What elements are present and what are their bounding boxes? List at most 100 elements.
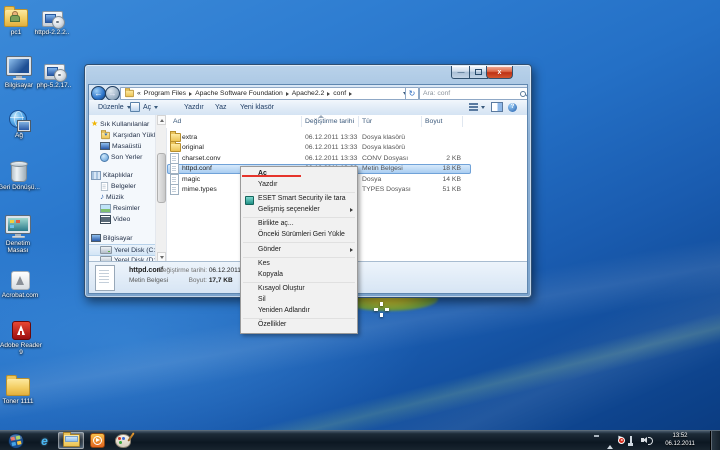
breadcrumb-arrow-icon[interactable] <box>189 92 192 96</box>
breadcrumb-segment[interactable]: Apache Software Foundation <box>195 90 283 97</box>
breadcrumb-arrow-icon[interactable] <box>327 92 330 96</box>
submenu-arrow-icon <box>350 248 353 252</box>
nav-item-pictures[interactable]: Resimler <box>89 203 155 213</box>
nav-item-documents[interactable]: Belgeler <box>89 181 155 191</box>
views-button[interactable] <box>469 100 485 114</box>
search-placeholder: Ara: conf <box>423 90 450 97</box>
desktop-icon-toner-folder[interactable]: Toner 1111 <box>0 372 41 405</box>
menu-item-delete[interactable]: Sil <box>241 295 357 306</box>
file-type: Metin Belgesi <box>362 164 403 175</box>
breadcrumb-segment[interactable]: conf <box>333 90 346 97</box>
taskbar-paint-button[interactable] <box>111 432 135 449</box>
nav-item-video[interactable]: Video <box>89 214 155 224</box>
show-desktop-button[interactable] <box>710 431 720 450</box>
menu-item-eset-scan[interactable]: ESET Smart Security ile tara <box>241 194 357 205</box>
media-player-icon <box>90 433 105 448</box>
file-type: Dosya klasörü <box>362 132 405 143</box>
menu-separator <box>243 318 355 319</box>
nav-item-desktop[interactable]: Masaüstü <box>89 141 155 151</box>
refresh-button[interactable]: ↻ <box>405 87 419 100</box>
desktop-icon-acrobat-com[interactable]: Acrobat.com <box>0 266 43 299</box>
nav-item-music[interactable]: ♪Müzik <box>89 192 155 202</box>
desktop-icon-label: php-5.2.17.. <box>31 82 77 89</box>
column-header-date[interactable]: Değiştirme tarihi <box>305 118 354 125</box>
file-row[interactable]: original 06.12.2011 13:33 Dosya klasörü <box>166 143 525 154</box>
recycle-bin-icon <box>11 163 27 182</box>
nav-item-downloads[interactable]: Karşıdan Yüklem <box>89 130 155 140</box>
column-header-size[interactable]: Boyut <box>425 118 442 125</box>
back-button[interactable]: ← <box>91 86 106 101</box>
chevron-down-icon <box>154 106 158 109</box>
nav-group-favorites[interactable]: ★Sık Kullanılanlar <box>89 119 155 129</box>
desktop-icon-php-installer[interactable]: php-5.2.17.. <box>31 56 77 89</box>
menu-item-copy[interactable]: Kopyala <box>241 270 357 281</box>
breadcrumb-segment[interactable]: Apache2.2 <box>292 90 325 97</box>
breadcrumb[interactable]: « Program Files Apache Software Foundati… <box>120 87 411 100</box>
file-row[interactable]: charset.conv 06.12.2011 13:33 CONV Dosya… <box>166 153 525 164</box>
desktop-icon-httpd-installer[interactable]: httpd-2.2.2.. <box>29 3 75 36</box>
breadcrumb-arrow-icon[interactable] <box>349 92 352 96</box>
burn-button[interactable]: Yaz <box>215 100 227 114</box>
chevron-down-icon <box>481 106 485 109</box>
forward-button[interactable]: → <box>105 86 120 101</box>
details-modified-label: Değiştirme tarihi: <box>137 267 207 274</box>
file-row[interactable]: extra 06.12.2011 13:33 Dosya klasörü <box>166 132 525 143</box>
menu-item-cut[interactable]: Kes <box>241 259 357 270</box>
file-name: charset.conv <box>182 153 221 164</box>
menu-item-open-with[interactable]: Birlikte aç... <box>241 219 357 230</box>
scroll-up-button[interactable] <box>157 115 166 125</box>
menu-item-rename[interactable]: Yeniden Adlandır <box>241 306 357 317</box>
breadcrumb-arrow-icon[interactable] <box>286 92 289 96</box>
menu-separator <box>243 257 355 258</box>
menu-item-properties[interactable]: Özellikler <box>241 320 357 331</box>
print-label: Yazdır <box>184 104 204 111</box>
details-size-label: Boyut: <box>137 277 207 284</box>
clock[interactable]: 13:52 06.12.2011 <box>654 433 706 448</box>
alert-badge-icon: x <box>618 437 625 444</box>
menu-item-send-to[interactable]: Gönder <box>241 245 357 256</box>
scroll-down-icon <box>160 256 164 259</box>
desktop-icon-recycle-bin[interactable]: Geri Dönüşü... <box>0 158 42 191</box>
desktop-icon-network[interactable]: Ağ <box>0 106 42 139</box>
print-button[interactable]: Yazdır <box>184 100 204 114</box>
desktop-icon-label: Geri Dönüşü... <box>0 184 42 191</box>
network-icon[interactable] <box>630 437 632 444</box>
search-input[interactable]: Ara: conf <box>419 87 528 100</box>
submenu-arrow-icon <box>350 208 353 212</box>
desktop-icon-control-panel[interactable]: Denetim Masası <box>0 214 41 254</box>
taskbar-ie-button[interactable]: e <box>33 432 56 449</box>
action-center-icon[interactable]: ⚑x <box>617 435 623 443</box>
desktop-icon-label: Acrobat.com <box>0 292 43 299</box>
internet-explorer-icon: e <box>41 434 48 448</box>
scroll-thumb[interactable] <box>157 153 166 203</box>
file-icon <box>170 184 179 195</box>
nav-group-libraries[interactable]: Kitaplıklar <box>89 170 155 180</box>
organize-button[interactable]: Düzenle <box>98 100 131 114</box>
taskbar-wmp-button[interactable] <box>86 432 109 449</box>
list-header: Ad Değiştirme tarihi Tür Boyut <box>166 115 527 128</box>
start-button[interactable] <box>5 432 27 449</box>
desktop-icon-adobe-reader[interactable]: Adobe Reader 9 <box>0 316 44 356</box>
column-header-name[interactable]: Ad <box>173 118 181 125</box>
preview-pane-button[interactable] <box>491 100 503 114</box>
file-size: 18 KB <box>421 164 461 175</box>
column-header-type[interactable]: Tür <box>362 118 372 125</box>
menu-item-print[interactable]: Yazdır <box>241 180 357 191</box>
nav-group-computer[interactable]: Bilgisayar <box>89 233 155 243</box>
breadcrumb-segment[interactable]: Program Files <box>144 90 186 97</box>
nav-item-recent-places[interactable]: Son Yerler <box>89 152 155 162</box>
menu-item-advanced-options[interactable]: Gelişmiş seçenekler <box>241 205 357 216</box>
file-type: Dosya klasörü <box>362 143 405 154</box>
minimize-button[interactable]: — <box>451 66 471 79</box>
menu-item-restore-previous-versions[interactable]: Önceki Sürümleri Geri Yükle <box>241 230 357 241</box>
navigation-pane: ★Sık Kullanılanlar Karşıdan Yüklem Masaü… <box>89 115 155 262</box>
taskbar-explorer-button[interactable] <box>58 432 84 449</box>
menu-item-create-shortcut[interactable]: Kısayol Oluştur <box>241 284 357 295</box>
open-button[interactable]: Aç <box>130 100 158 114</box>
help-button[interactable]: ? <box>508 100 517 114</box>
file-size <box>421 132 461 143</box>
show-hidden-icons-button[interactable] <box>607 438 613 445</box>
new-folder-button[interactable]: Yeni klasör <box>240 100 274 114</box>
close-button[interactable]: x <box>486 66 513 79</box>
open-app-icon <box>130 102 140 112</box>
